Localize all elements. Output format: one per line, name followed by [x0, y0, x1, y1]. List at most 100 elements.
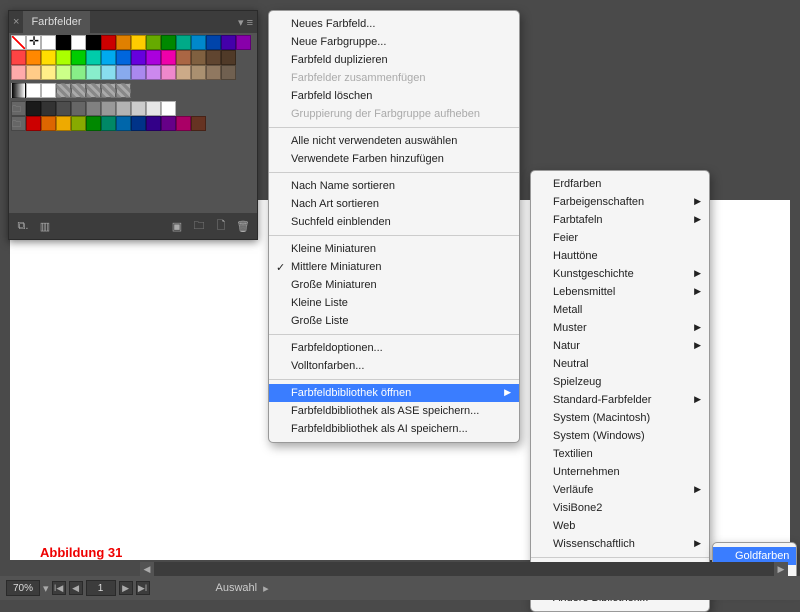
swatch-group[interactable]: 🗀: [11, 101, 26, 116]
swatch-group[interactable]: 🗀: [11, 116, 26, 131]
menu-item[interactable]: Neue Farbgruppe...: [269, 33, 519, 51]
swatch[interactable]: [71, 101, 86, 116]
swatch[interactable]: [236, 35, 251, 50]
swatch[interactable]: [131, 101, 146, 116]
swatch[interactable]: [161, 101, 176, 116]
swatch[interactable]: [146, 35, 161, 50]
swatch[interactable]: [56, 65, 71, 80]
menu-item[interactable]: Farbfeldoptionen...: [269, 339, 519, 357]
menu-item[interactable]: System (Macintosh): [531, 409, 709, 427]
show-kind-icon[interactable]: ▥: [37, 219, 53, 233]
menu-item[interactable]: Farbfeldbibliothek als ASE speichern...: [269, 402, 519, 420]
menu-item[interactable]: Lebensmittel▶: [531, 283, 709, 301]
swatch[interactable]: [146, 101, 161, 116]
menu-item[interactable]: Farbfeld duplizieren: [269, 51, 519, 69]
swatch[interactable]: [56, 83, 71, 98]
swatch[interactable]: [161, 50, 176, 65]
swatch[interactable]: [41, 83, 56, 98]
next-page-button[interactable]: ▶: [119, 581, 133, 595]
menu-item[interactable]: Farbeigenschaften▶: [531, 193, 709, 211]
menu-item[interactable]: Suchfeld einblenden: [269, 213, 519, 231]
menu-item[interactable]: Feier: [531, 229, 709, 247]
swatch[interactable]: [161, 116, 176, 131]
swatch[interactable]: [146, 116, 161, 131]
swatch[interactable]: [191, 35, 206, 50]
menu-item[interactable]: Neutral: [531, 355, 709, 373]
swatch[interactable]: [41, 50, 56, 65]
menu-item[interactable]: VisiBone2: [531, 499, 709, 517]
swatch[interactable]: [26, 50, 41, 65]
menu-item[interactable]: Kunstgeschichte▶: [531, 265, 709, 283]
swatch[interactable]: [86, 83, 101, 98]
swatch[interactable]: [26, 83, 41, 98]
menu-item[interactable]: Große Miniaturen: [269, 276, 519, 294]
close-icon[interactable]: ×: [13, 16, 19, 28]
swatch[interactable]: [101, 116, 116, 131]
menu-item[interactable]: Muster▶: [531, 319, 709, 337]
swatch[interactable]: [116, 65, 131, 80]
menu-item[interactable]: Unternehmen: [531, 463, 709, 481]
swatch[interactable]: [56, 116, 71, 131]
swatch[interactable]: [26, 101, 41, 116]
swatch[interactable]: [116, 101, 131, 116]
swatch[interactable]: [116, 35, 131, 50]
swatch[interactable]: [71, 65, 86, 80]
new-swatch-icon[interactable]: 🗋: [213, 219, 229, 233]
swatch[interactable]: [26, 65, 41, 80]
options-icon[interactable]: ▣: [169, 219, 185, 233]
swatch[interactable]: [26, 35, 41, 50]
swatch[interactable]: [26, 116, 41, 131]
scroll-right-icon[interactable]: ▶: [774, 562, 788, 576]
menu-item[interactable]: Neues Farbfeld...: [269, 15, 519, 33]
swatch[interactable]: [116, 50, 131, 65]
panel-tab-swatches[interactable]: Farbfelder: [23, 11, 89, 33]
swatch[interactable]: [221, 65, 236, 80]
swatch[interactable]: [206, 50, 221, 65]
menu-item[interactable]: Wissenschaftlich▶: [531, 535, 709, 553]
zoom-input[interactable]: [6, 580, 40, 596]
swatch[interactable]: [116, 83, 131, 98]
menu-item[interactable]: Große Liste: [269, 312, 519, 330]
menu-item[interactable]: Metall: [531, 301, 709, 319]
menu-item[interactable]: Verwendete Farben hinzufügen: [269, 150, 519, 168]
swatch[interactable]: [11, 35, 26, 50]
menu-item[interactable]: Kleine Liste: [269, 294, 519, 312]
swatch[interactable]: [191, 116, 206, 131]
swatch[interactable]: [221, 50, 236, 65]
swatch[interactable]: [11, 83, 26, 98]
menu-item[interactable]: Farbfeld löschen: [269, 87, 519, 105]
swatch[interactable]: [71, 35, 86, 50]
menu-item[interactable]: Erdfarben: [531, 175, 709, 193]
menu-item[interactable]: Textilien: [531, 445, 709, 463]
menu-item[interactable]: Nach Art sortieren: [269, 195, 519, 213]
menu-item[interactable]: Farbfeldbibliothek als AI speichern...: [269, 420, 519, 438]
horizontal-scrollbar[interactable]: ◀ ▶: [140, 562, 788, 576]
swatch[interactable]: [176, 65, 191, 80]
swatch[interactable]: [101, 101, 116, 116]
menu-item[interactable]: Kleine Miniaturen: [269, 240, 519, 258]
swatch[interactable]: [56, 50, 71, 65]
swatch[interactable]: [11, 65, 26, 80]
menu-item[interactable]: Verläufe▶: [531, 481, 709, 499]
swatch[interactable]: [131, 116, 146, 131]
swatch[interactable]: [176, 50, 191, 65]
swatch[interactable]: [131, 65, 146, 80]
swatch[interactable]: [71, 116, 86, 131]
swatch[interactable]: [41, 116, 56, 131]
status-dropdown-icon[interactable]: ▸: [263, 582, 269, 595]
swatch[interactable]: [56, 101, 71, 116]
swatch[interactable]: [191, 50, 206, 65]
menu-item[interactable]: Hauttöne: [531, 247, 709, 265]
prev-page-button[interactable]: ◀: [69, 581, 83, 595]
swatch[interactable]: [86, 101, 101, 116]
menu-item[interactable]: Volltonfarben...: [269, 357, 519, 375]
swatch[interactable]: [101, 50, 116, 65]
menu-item[interactable]: Alle nicht verwendeten auswählen: [269, 132, 519, 150]
swatch[interactable]: [161, 35, 176, 50]
swatch[interactable]: [101, 35, 116, 50]
library-icon[interactable]: ⧉.: [15, 219, 31, 233]
menu-item[interactable]: Farbtafeln▶: [531, 211, 709, 229]
swatch[interactable]: [86, 50, 101, 65]
swatch[interactable]: [206, 65, 221, 80]
swatch[interactable]: [146, 50, 161, 65]
